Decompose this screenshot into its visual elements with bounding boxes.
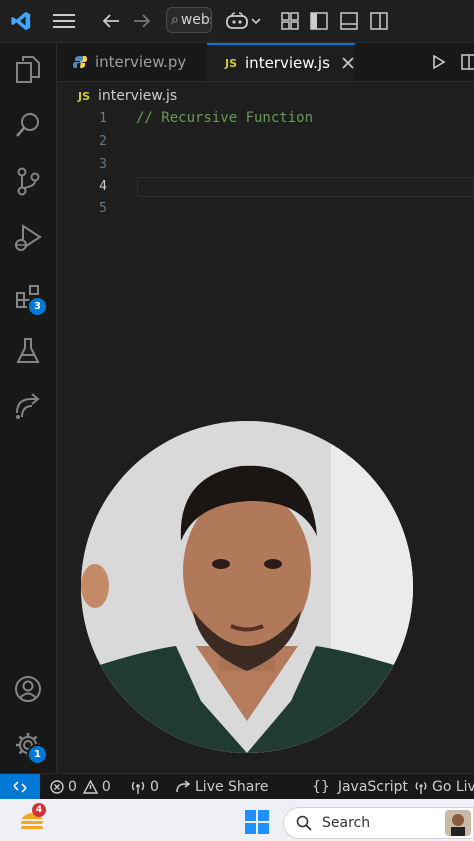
breadcrumb[interactable]: JS interview.js [78,85,177,107]
search-prefix-glyph: ⌕ [171,12,179,28]
braces-glyph: {} [312,778,330,795]
search-placeholder: Search [322,815,371,831]
line-number: 1 [99,111,107,126]
customize-layout-icon[interactable] [280,8,300,34]
presenter-video [81,421,413,753]
extensions-icon[interactable]: 3 [12,281,48,317]
search-highlight-image [445,810,471,836]
copilot-icon[interactable] [224,8,262,34]
menu-icon[interactable] [52,8,76,34]
warning-icon [82,779,98,794]
line-number: 2 [99,134,107,149]
editor-tabs: interview.py JS interview.js [57,43,474,82]
search-icon [296,815,312,831]
toggle-secondary-sidebar-icon[interactable] [369,8,389,34]
close-icon[interactable] [342,57,354,69]
settings-badge: 1 [27,744,48,765]
go-live-label: Go Liv [432,778,474,795]
tab-interview-py[interactable]: interview.py [57,43,207,81]
forward-arrow-icon[interactable] [131,8,153,34]
line-number: 5 [99,201,107,216]
broadcast-icon [131,781,145,794]
status-bar: 0 0 0 Live Share {} JavaScript Go Liv [0,773,474,799]
weather-widget[interactable]: 4 [18,803,48,835]
current-line-highlight [137,177,474,197]
toggle-panel-icon[interactable] [339,8,359,34]
chevron-down-icon [250,18,261,25]
js-file-icon: JS [78,89,91,103]
webcam-overlay [81,421,413,753]
activity-bar: 3 1 [0,43,57,773]
warning-count: 0 [101,778,111,795]
tab-interview-js[interactable]: JS interview.js [207,43,355,81]
source-control-icon[interactable] [12,165,44,197]
split-editor-icon[interactable] [461,43,474,81]
accounts-icon[interactable] [12,673,44,705]
python-icon [73,56,87,68]
line-number-current: 4 [99,179,107,194]
language-mode[interactable]: {} JavaScript [312,774,408,799]
tab-label: interview.js [245,54,330,72]
extensions-badge: 3 [27,296,48,317]
back-arrow-icon[interactable] [100,8,122,34]
error-icon [50,779,64,794]
run-debug-icon[interactable] [12,221,44,253]
explorer-icon[interactable] [12,53,44,85]
remote-explorer-icon[interactable] [12,391,44,423]
start-button-windows-icon[interactable] [244,809,270,835]
breadcrumb-file: interview.js [98,88,178,104]
command-center-text: webs [180,12,211,28]
go-live-button[interactable]: Go Liv [414,774,474,799]
remote-icon [13,780,27,793]
vscode-logo-icon[interactable] [8,8,34,34]
tab-label: interview.py [95,53,187,71]
go-live-icon [415,781,427,794]
language-label: JavaScript [337,778,409,795]
manage-gear-icon[interactable]: 1 [12,729,48,765]
line-number: 3 [99,157,107,172]
live-share-button[interactable]: Live Share [175,774,268,799]
js-file-icon: JS [225,56,238,70]
remote-indicator[interactable] [0,774,40,799]
weather-badge: 4 [32,803,46,817]
toggle-primary-sidebar-icon[interactable] [309,8,329,34]
taskbar-search[interactable]: Search [283,807,474,839]
problems-indicator[interactable]: 0 0 [50,774,111,799]
testing-icon[interactable] [12,335,44,367]
live-share-label: Live Share [195,778,269,795]
title-bar: ⌕ webs [0,0,474,43]
error-count: 0 [68,778,77,795]
ports-count: 0 [150,778,159,795]
run-file-icon[interactable] [432,43,456,81]
code-line-comment: // Recursive Function [136,110,314,126]
ports-indicator[interactable]: 0 [130,774,159,799]
search-icon[interactable] [12,109,44,141]
live-share-icon [176,779,191,792]
command-center-search[interactable]: ⌕ webs [166,7,212,33]
